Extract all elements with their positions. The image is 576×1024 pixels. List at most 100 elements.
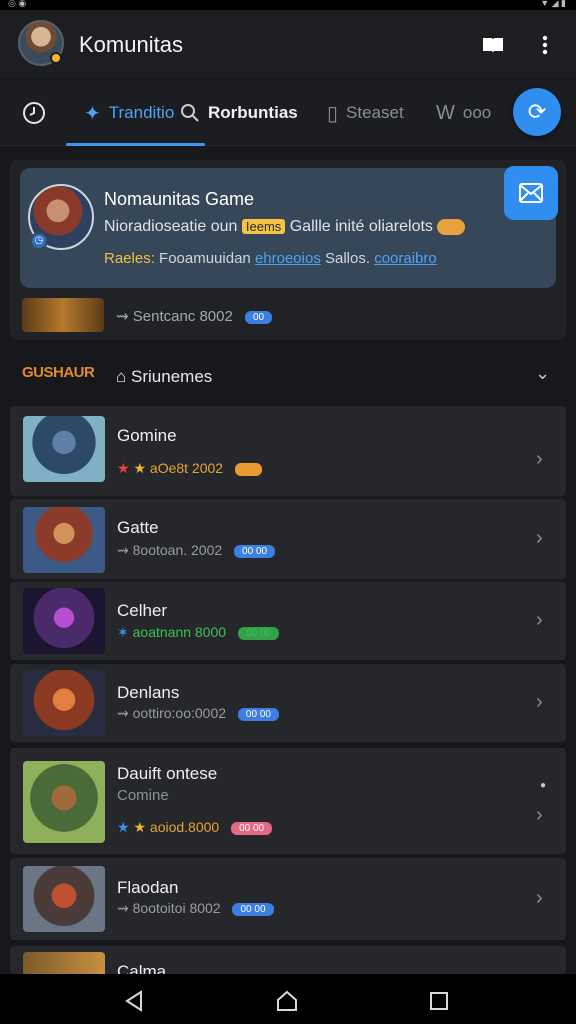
featured-sub-thumbnail[interactable] [22, 298, 104, 332]
clock-badge-icon: ◷ [30, 232, 48, 250]
section-header[interactable]: GUSHAUR ⌂ Sriunemes ⌄ [0, 352, 576, 400]
briefcase-icon: ⌂ [116, 367, 127, 386]
status-badge: 00 00 [231, 821, 273, 835]
star-icon: ★ [117, 460, 130, 476]
item-title: Flaodan [117, 878, 179, 897]
featured-title: Nomaunitas Game [104, 189, 255, 209]
section-logo: GUSHAUR [22, 364, 95, 381]
status-badge: 00 00 [232, 902, 274, 916]
item-meta: ⇝ 8ootoitoi 8002 00 00 [117, 900, 274, 917]
page-title: Komunitas [79, 32, 183, 57]
featured-link-label: Raeles: [104, 250, 155, 267]
avatar-badge [50, 52, 62, 64]
item-meta-text: aoatnann 8000 [132, 624, 227, 640]
star-icon: ★ [133, 460, 147, 476]
tab-label: Rorbuntias [208, 103, 298, 122]
game-thumbnail [23, 507, 105, 573]
featured-link[interactable]: ehroeoios [255, 250, 321, 267]
active-tab-indicator [66, 143, 205, 146]
dot-icon: ● [540, 780, 547, 791]
list-item[interactable]: Gomine ★ ★ aOe8t 2002 00 › [10, 406, 566, 496]
chevron-right-icon: › [536, 448, 543, 470]
logo-icon: W [436, 101, 455, 124]
list-item[interactable]: Flaodan ⇝ 8ootoitoi 8002 00 00 › [10, 858, 566, 940]
featured-sub-row: ⇝ Sentcanc 8002 00 [116, 307, 273, 325]
emoji-icon [437, 218, 466, 235]
tab-bar: ✦ Tranditio Rorbuntias ▯ Steaset W ooo [0, 80, 576, 146]
star-icon: ★ [117, 819, 130, 835]
item-meta-text: 8ootoitoi 8002 [132, 900, 221, 916]
list-item[interactable]: Gatte ⇝ 8ootoan. 2002 00 00 › [10, 499, 566, 579]
item-meta: ⇝ oottiro:oo:0002 00 00 [117, 705, 279, 722]
item-title: Calma [117, 962, 167, 974]
tab-label: Steaset [346, 103, 404, 122]
featured-sub-text: Sentcanc 8002 [132, 308, 233, 325]
item-title: Gomine [117, 426, 177, 445]
item-meta-text: oottiro:oo:0002 [132, 705, 227, 721]
status-bar: ◎ ◉ ▼ ◢ ▮ [0, 0, 576, 10]
refresh-fab[interactable]: ⟳ [513, 88, 561, 136]
chevron-right-icon: › [536, 804, 543, 826]
tab-label: Tranditio [108, 103, 175, 122]
share-icon: ⇝ [117, 542, 129, 558]
item-title: Celher [117, 601, 168, 620]
tab-trending[interactable]: ✦ Tranditio [84, 80, 174, 146]
more-vertical-icon[interactable] [532, 32, 558, 58]
mail-button[interactable] [504, 166, 558, 220]
game-thumbnail [23, 761, 105, 843]
share-icon: ⇝ [117, 900, 129, 916]
tab-communities[interactable]: Rorbuntias [180, 80, 298, 146]
status-right-icons: ▼ ◢ ▮ [540, 0, 566, 8]
status-badge: 00 00 [237, 626, 279, 640]
item-subtitle: Comine [117, 787, 169, 804]
item-meta-text: aoiod.8000 [149, 819, 220, 835]
game-thumbnail [23, 670, 105, 736]
featured-description: Nioradioseatie oun Ieems Gallle inité ol… [104, 218, 466, 236]
list-item[interactable]: Dauift ontese Comine ★ ★ aoiod.8000 00 0… [10, 748, 566, 854]
chevron-right-icon: › [536, 691, 543, 713]
featured-desc-highlight: Ieems [241, 219, 286, 234]
mail-icon [519, 183, 543, 203]
chevron-right-icon: › [536, 527, 543, 549]
featured-link-text: Fooamuuidan [159, 250, 251, 267]
item-meta: ★ ★ aoiod.8000 00 00 [117, 819, 273, 836]
featured-link-2[interactable]: cooraibro [374, 250, 437, 267]
recents-icon[interactable] [427, 989, 451, 1013]
item-meta: ★ ★ aOe8t 2002 00 [117, 460, 263, 477]
list-item[interactable]: Denlans ⇝ oottiro:oo:0002 00 00 › [10, 664, 566, 742]
tab-label: ooo [462, 103, 492, 122]
status-left-icons: ◎ ◉ [8, 0, 27, 8]
item-title: Denlans [117, 683, 180, 702]
tab-streams[interactable]: ▯ Steaset [327, 80, 404, 146]
search-icon [181, 104, 199, 122]
refresh-icon: ⟳ [527, 99, 547, 124]
back-icon[interactable] [122, 989, 146, 1013]
tab-more[interactable]: W ooo [436, 80, 491, 146]
status-badge: 00 [234, 462, 263, 476]
star-icon: ✶ [117, 624, 129, 640]
item-meta: ⇝ 8ootoan. 2002 00 00 [117, 542, 276, 559]
game-thumbnail [23, 588, 105, 654]
tab-history[interactable] [22, 80, 46, 146]
share-icon: ⇝ [116, 308, 129, 325]
featured-links: Raeles: Fooamuuidan ehroeoios Sallos. co… [104, 250, 437, 267]
list-item[interactable]: Calma [10, 946, 566, 974]
featured-desc-text-2: Gallle inité oliarelots [289, 218, 433, 235]
star-icon: ★ [133, 819, 147, 835]
item-meta-text: aOe8t 2002 [149, 460, 224, 476]
section-title: ⌂ Sriunemes [116, 367, 212, 387]
home-icon[interactable] [275, 989, 299, 1013]
sparkle-icon: ✦ [84, 102, 101, 125]
item-meta: ✶ aoatnann 8000 00 00 [117, 624, 279, 641]
chevron-down-icon[interactable]: ⌄ [535, 363, 550, 384]
game-thumbnail [23, 866, 105, 932]
book-icon[interactable] [480, 32, 506, 58]
status-badge: 00 00 [234, 544, 276, 558]
square-icon: ▯ [327, 102, 339, 125]
featured-desc-text: Nioradioseatie oun [104, 218, 238, 235]
chevron-right-icon: › [536, 887, 543, 909]
list-item[interactable]: Celher ✶ aoatnann 8000 00 00 › [10, 582, 566, 660]
section-title-text: Sriunemes [131, 367, 213, 386]
item-meta-text: 8ootoan. 2002 [132, 542, 223, 558]
clock-icon [23, 102, 45, 124]
